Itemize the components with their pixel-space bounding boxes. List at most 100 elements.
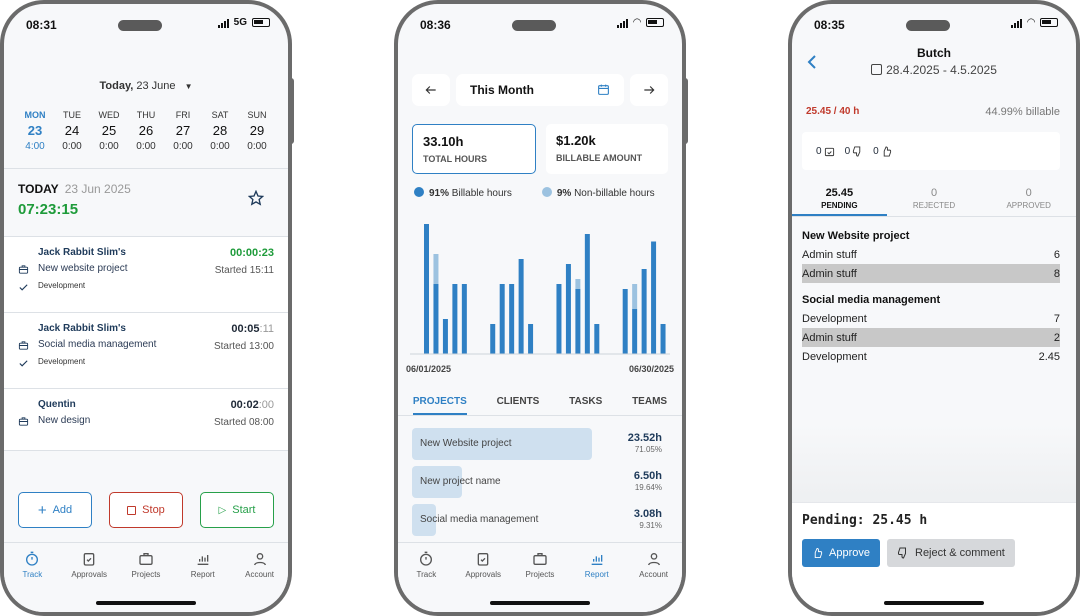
bar-billable [556,284,562,354]
action-buttons: + Add Stop ▷ Start [18,492,274,528]
group-title: Social media management [802,294,941,306]
bar-billable [509,284,515,354]
stop-button[interactable]: Stop [109,492,183,528]
status-bar: 08:35 ◠ [814,16,1058,34]
entry-task: Development [38,357,86,366]
bar-chart-icon [591,555,603,565]
kpi-billable-amount[interactable]: $1.20k BILLABLE AMOUNT [546,124,668,174]
tab-account[interactable]: Account [629,551,679,612]
count-liked: 0 [873,145,892,157]
approval-status-tabs: 25.45 PENDING 0 REJECTED 0 APPROVED [792,187,1076,217]
x-tick-start: 06/01/2025 [406,364,451,374]
entry-start: Started 13:00 [213,341,274,352]
add-button[interactable]: + Add [18,492,92,528]
status-time: 08:36 [420,18,451,32]
signal-icon [617,18,629,28]
briefcase-icon [18,265,29,274]
time-entry[interactable]: Quentin 00:02:00 New design Started 08:0… [4,389,288,451]
project-row[interactable]: New Website project 23.52h 71.05% [412,428,668,462]
task-row[interactable]: Development 7 [802,309,1060,328]
tab-clients[interactable]: CLIENTS [497,392,540,415]
tab-tasks[interactable]: TASKS [569,392,602,415]
task-row[interactable]: Admin stuff 8 [802,264,1060,283]
bar-billable [442,319,448,354]
arrow-left-icon [425,86,436,94]
entry-duration: 00:02:00 [230,399,274,411]
entry-start: Started 08:00 [213,417,274,428]
wifi-icon: ◠ [1027,17,1035,28]
bar-billable [565,264,571,354]
tab-track[interactable]: Track [401,551,451,612]
stopwatch-icon [420,551,433,566]
project-row[interactable]: Social media management 3.08h 9.31% [412,504,668,538]
day-sun[interactable]: SUN 29 0:00 [240,110,274,152]
date-selector[interactable]: Today, 23 June ▼ [4,80,288,92]
tab-account[interactable]: Account [235,551,285,612]
bar-billable [651,241,657,354]
task-row[interactable]: Development 2.45 [802,347,1060,366]
time-entry[interactable]: Jack Rabbit Slim's 00:00:23 New website … [4,237,288,313]
kpi-total-hours[interactable]: 33.10h TOTAL HOURS [412,124,536,174]
check-icon [19,284,28,291]
today-timer: 07:23:15 [18,201,79,218]
period-selector[interactable]: This Month [456,74,624,106]
hours-bar-chart: 06/01/2025 06/30/2025 [406,224,674,374]
tab-teams[interactable]: TEAMS [632,392,667,415]
today-date: 23 Jun 2025 [64,182,131,196]
person-name: Butch [917,46,951,60]
tab-pending[interactable]: 25.45 PENDING [792,187,887,216]
phone-approval-detail: 08:35 ◠ Butch 28.4.2025 - 4.5.2025 25.45… [788,0,1080,616]
project-row[interactable]: New project name 6.50h 19.64% [412,466,668,500]
count-rejected: 0 [845,145,864,157]
day-tue[interactable]: TUE 24 0:00 [55,110,89,152]
status-bar: 08:31 5G [26,16,270,34]
tab-track[interactable]: Track [7,551,57,612]
tab-projects[interactable]: PROJECTS [412,392,467,415]
day-wed[interactable]: WED 25 0:00 [92,110,126,152]
prev-period-button[interactable] [412,74,450,106]
bar-billable [424,224,429,354]
bar-billable [622,289,628,354]
time-entry[interactable]: Jack Rabbit Slim's 00:05:11 Social media… [4,313,288,389]
briefcase-icon [139,553,153,565]
day-mon[interactable]: MON 23 4:00 [18,110,52,152]
bar-billable [641,269,647,354]
period-label: This Month [470,83,534,97]
day-sat[interactable]: SAT 28 0:00 [203,110,237,152]
arrow-right-icon [644,86,655,94]
next-period-button[interactable] [630,74,668,106]
x-tick-end: 06/30/2025 [629,364,674,374]
status-bar: 08:36 ◠ [420,16,664,34]
tab-rejected[interactable]: 0 REJECTED [887,187,982,216]
bar-billable [528,324,534,354]
entry-start: Started 15:11 [214,265,274,276]
wifi-icon: ◠ [633,17,641,28]
day-thu[interactable]: THU 26 0:00 [129,110,163,152]
check-icon [19,360,28,367]
phone-track: 08:31 5G Today, 23 June ▼ MON 23 4:00 TUE 24… [0,0,292,616]
network-label: 5G [233,17,247,28]
signal-icon [1011,18,1023,28]
play-icon: ▷ [218,504,227,516]
bar-nonbillable [575,279,581,289]
pending-action-panel: Pending: 25.45 h Approve Reject & commen… [792,502,1076,612]
bar-nonbillable [433,254,439,284]
bar-billable [461,284,467,354]
tab-approved[interactable]: 0 APPROVED [981,187,1076,216]
approve-button[interactable]: Approve [802,539,880,567]
project-group: Social media management Development 7 Adm… [802,294,1060,366]
bar-billable [452,284,458,354]
start-button[interactable]: ▷ Start [200,492,274,528]
group-title: New Website project [802,230,910,242]
task-row[interactable]: Admin stuff 2 [802,328,1060,347]
star-icon[interactable] [248,190,264,206]
entry-duration: 00:00:23 [229,247,274,259]
day-fri[interactable]: FRI 27 0:00 [166,110,200,152]
task-row[interactable]: Admin stuff 6 [802,245,1060,264]
pending-total: Pending: 25.45 h [802,513,928,528]
billable-percent: 44.99% billable [985,106,1060,118]
calendar-check-icon [824,147,834,156]
reject-comment-button[interactable]: Reject & comment [887,539,1015,567]
thumbs-down-icon [898,547,906,559]
today-summary: TODAY 23 Jun 2025 07:23:15 [18,182,274,218]
